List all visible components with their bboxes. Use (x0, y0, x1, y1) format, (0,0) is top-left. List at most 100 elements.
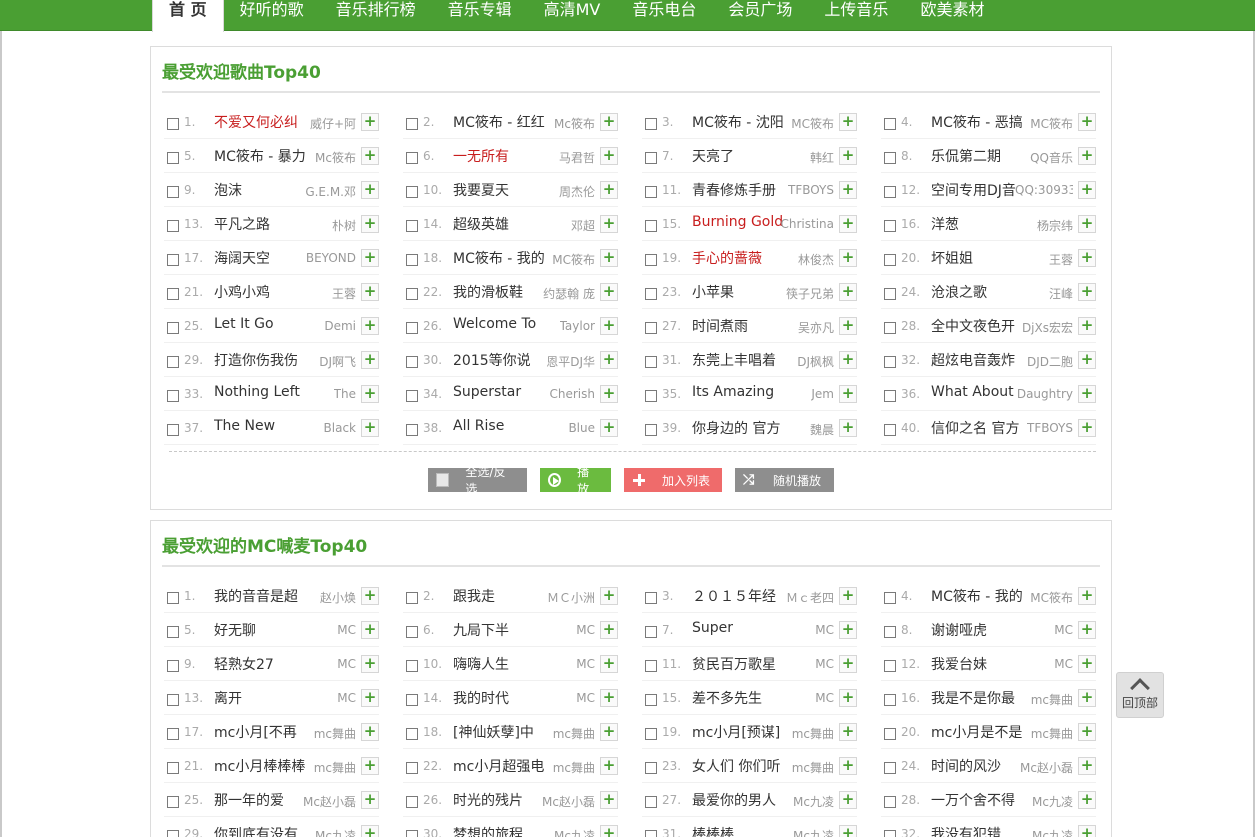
song-title-link[interactable]: 我是不是你最 (931, 688, 1031, 708)
song-title-link[interactable]: Superstar (453, 384, 553, 400)
song-checkbox[interactable] (884, 288, 896, 300)
song-title-link[interactable]: 我的时代 (453, 688, 553, 708)
song-title-link[interactable]: 女人们 你们听 (692, 756, 792, 776)
song-artist-link[interactable]: Mc九凌 (1032, 827, 1073, 837)
add-song-button[interactable]: + (361, 317, 379, 335)
song-checkbox[interactable] (884, 322, 896, 334)
add-song-button[interactable]: + (600, 757, 618, 775)
add-song-button[interactable]: + (361, 689, 379, 707)
song-artist-link[interactable]: Mc九凌 (315, 827, 356, 837)
song-artist-link[interactable]: MC筱布 (552, 251, 595, 268)
song-title-link[interactable]: 超级英雄 (453, 214, 553, 234)
song-checkbox[interactable] (167, 152, 179, 164)
song-artist-link[interactable]: MC (576, 657, 595, 671)
nav-item-8[interactable]: 欧美素材 (904, 0, 1000, 31)
song-title-link[interactable]: 梦想的旅程 (453, 824, 553, 837)
song-artist-link[interactable]: QQ音乐 (1030, 149, 1073, 166)
add-song-button[interactable]: + (361, 351, 379, 369)
song-checkbox[interactable] (645, 424, 657, 436)
song-title-link[interactable]: 跟我走 (453, 586, 553, 606)
song-checkbox[interactable] (884, 186, 896, 198)
song-artist-link[interactable]: 汪峰 (1049, 285, 1073, 302)
add-song-button[interactable]: + (839, 249, 857, 267)
song-checkbox[interactable] (406, 186, 418, 198)
song-artist-link[interactable]: 恩平DJ华 (546, 353, 595, 370)
song-artist-link[interactable]: mc舞曲 (792, 759, 834, 776)
nav-item-1[interactable]: 好听的歌 (224, 0, 320, 31)
song-artist-link[interactable]: QQ:30933 (1015, 183, 1073, 197)
song-artist-link[interactable]: MC (337, 623, 356, 637)
song-title-link[interactable]: Welcome To (453, 316, 553, 332)
song-title-link[interactable]: 最爱你的男人 (692, 790, 792, 810)
song-artist-link[interactable]: 赵小焕 (320, 589, 356, 606)
song-artist-link[interactable]: Mc九凌 (793, 827, 834, 837)
add-song-button[interactable]: + (600, 655, 618, 673)
song-artist-link[interactable]: 魏晨 (810, 421, 834, 438)
song-artist-link[interactable]: 杨宗纬 (1037, 217, 1073, 234)
song-artist-link[interactable]: MC (576, 623, 595, 637)
song-title-link[interactable]: All Rise (453, 418, 553, 434)
song-title-link[interactable]: MC筱布 - 我的 (453, 248, 553, 268)
add-song-button[interactable]: + (361, 385, 379, 403)
song-checkbox[interactable] (406, 322, 418, 334)
song-title-link[interactable]: 不爱又何必纠 (214, 112, 314, 132)
song-checkbox[interactable] (406, 356, 418, 368)
song-artist-link[interactable]: Mc筱布 (315, 149, 356, 166)
song-artist-link[interactable]: Blue (568, 421, 595, 435)
song-artist-link[interactable]: Mc赵小磊 (1020, 759, 1073, 776)
add-song-button[interactable]: + (361, 181, 379, 199)
song-title-link[interactable]: 2015等你说 (453, 350, 553, 370)
song-artist-link[interactable]: mc舞曲 (553, 759, 595, 776)
add-song-button[interactable]: + (839, 283, 857, 301)
song-checkbox[interactable] (406, 660, 418, 672)
song-title-link[interactable]: Its Amazing (692, 384, 792, 400)
song-artist-link[interactable]: MC (337, 691, 356, 705)
song-artist-link[interactable]: Mc九凌 (1032, 793, 1073, 810)
song-artist-link[interactable]: mc舞曲 (1031, 691, 1073, 708)
nav-item-4[interactable]: 高清MV (528, 0, 617, 31)
song-checkbox[interactable] (167, 118, 179, 130)
add-song-button[interactable]: + (1078, 181, 1096, 199)
song-artist-link[interactable]: 吴亦凡 (798, 319, 834, 336)
song-artist-link[interactable]: MC (1054, 623, 1073, 637)
song-artist-link[interactable]: DJ枫枫 (797, 353, 834, 370)
song-title-link[interactable]: 你身边的 官方 (692, 418, 792, 438)
song-title-link[interactable]: 打造你伤我伤 (214, 350, 314, 370)
song-title-link[interactable]: 手心的蔷薇 (692, 248, 792, 268)
add-song-button[interactable]: + (839, 757, 857, 775)
song-artist-link[interactable]: BEYOND (306, 251, 356, 265)
song-title-link[interactable]: 我的音音是超 (214, 586, 314, 606)
song-checkbox[interactable] (406, 220, 418, 232)
add-song-button[interactable]: + (361, 215, 379, 233)
song-title-link[interactable]: MC筱布 - 沈阳 (692, 112, 792, 132)
add-song-button[interactable]: + (1078, 147, 1096, 165)
song-title-link[interactable]: 我的滑板鞋 (453, 282, 553, 302)
song-title-link[interactable]: MC筱布 - 红红 (453, 112, 553, 132)
add-song-button[interactable]: + (600, 689, 618, 707)
song-title-link[interactable]: 平凡之路 (214, 214, 314, 234)
song-title-link[interactable]: 坏姐姐 (931, 248, 1031, 268)
song-artist-link[interactable]: Taylor (560, 319, 595, 333)
add-song-button[interactable]: + (600, 385, 618, 403)
song-checkbox[interactable] (167, 254, 179, 266)
song-artist-link[interactable]: mc舞曲 (314, 759, 356, 776)
song-artist-link[interactable]: DJ啊飞 (319, 353, 356, 370)
song-title-link[interactable]: 好无聊 (214, 620, 314, 640)
song-checkbox[interactable] (884, 728, 896, 740)
song-checkbox[interactable] (884, 660, 896, 672)
add-song-button[interactable]: + (1078, 419, 1096, 437)
song-artist-link[interactable]: G.E.M.邓 (305, 183, 356, 200)
song-checkbox[interactable] (167, 728, 179, 740)
song-checkbox[interactable] (645, 592, 657, 604)
song-artist-link[interactable]: TFBOYS (1027, 421, 1073, 435)
song-artist-link[interactable]: Mc赵小磊 (542, 793, 595, 810)
song-artist-link[interactable]: 王蓉 (332, 285, 356, 302)
add-song-button[interactable]: + (839, 351, 857, 369)
add-song-button[interactable]: + (361, 723, 379, 741)
song-checkbox[interactable] (406, 390, 418, 402)
song-artist-link[interactable]: 筷子兄弟 (786, 285, 834, 302)
song-title-link[interactable]: 时光的残片 (453, 790, 553, 810)
song-title-link[interactable]: The New (214, 418, 314, 434)
add-song-button[interactable]: + (600, 723, 618, 741)
add-song-button[interactable]: + (839, 825, 857, 837)
